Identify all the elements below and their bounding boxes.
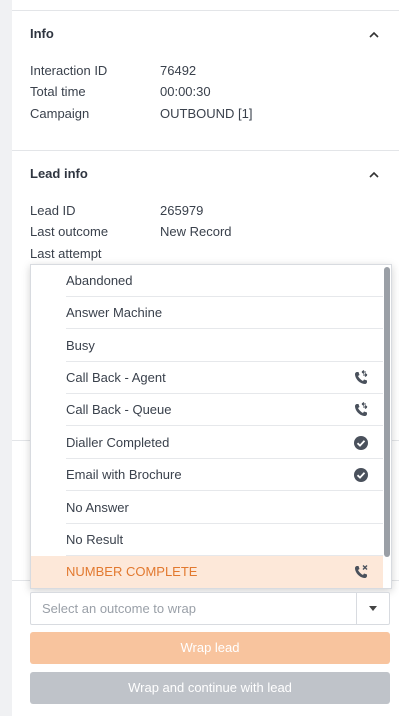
outcome-option-abandoned[interactable]: Abandoned [31, 265, 383, 297]
outcome-option-label: Email with Brochure [66, 467, 182, 482]
outcome-option-label: Answer Machine [66, 305, 163, 320]
outcome-option-label: NUMBER COMPLETE [66, 564, 198, 579]
wrap-and-continue-button[interactable]: Wrap and continue with lead [30, 672, 390, 704]
lead-label-last-attempt: Last attempt [30, 246, 102, 261]
check-circle-icon [354, 436, 368, 450]
info-value-campaign: OUTBOUND [1] [160, 106, 253, 121]
outcome-option-call-back-agent[interactable]: Call Back - Agent [31, 362, 383, 394]
left-strip [0, 0, 12, 716]
lead-label-lead-id: Lead ID [30, 203, 76, 218]
phone-cancel-icon [355, 565, 368, 578]
select-divider [356, 593, 357, 624]
outcome-option-busy[interactable]: Busy [31, 330, 383, 362]
divider [12, 10, 399, 11]
wrap-lead-button[interactable]: Wrap lead [30, 632, 390, 664]
divider [12, 150, 399, 151]
info-value-interaction-id: 76492 [160, 63, 197, 78]
outcome-option-label: Dialler Completed [66, 435, 170, 450]
outcome-option-label: Busy [66, 338, 95, 353]
phone-callback-icon [355, 402, 368, 416]
lead-value-lead-id: 265979 [160, 203, 204, 218]
outcome-option-dialler-completed[interactable]: Dialler Completed [31, 427, 383, 459]
outcome-option-no-answer[interactable]: No Answer [31, 492, 383, 524]
outcome-option-label: No Result [66, 532, 124, 547]
outcome-option-email-with-brochure[interactable]: Email with Brochure [31, 459, 383, 491]
outcome-option-label: Abandoned [66, 273, 133, 288]
outcome-dropdown-list[interactable]: Abandoned Answer Machine Busy Call Back … [30, 264, 392, 589]
outcome-option-answer-machine[interactable]: Answer Machine [31, 297, 383, 329]
info-label-interaction-id: Interaction ID [30, 63, 108, 78]
outcome-option-label: No Answer [66, 500, 129, 515]
dropdown-scrollbar[interactable] [384, 267, 390, 557]
info-section-title: Info [30, 26, 54, 41]
info-label-total-time: Total time [30, 84, 86, 99]
outcome-option-call-back-queue[interactable]: Call Back - Queue [31, 394, 383, 426]
info-value-total-time: 00:00:30 [160, 84, 211, 99]
lead-value-last-outcome: New Record [160, 224, 232, 239]
outcome-select-placeholder: Select an outcome to wrap [42, 601, 196, 616]
lead-label-last-outcome: Last outcome [30, 224, 109, 239]
check-circle-icon [354, 468, 368, 482]
outcome-select[interactable]: Select an outcome to wrap [30, 592, 390, 625]
chevron-up-icon[interactable] [367, 168, 381, 182]
lead-info-section-title: Lead info [30, 166, 88, 181]
chevron-up-icon[interactable] [367, 28, 381, 42]
info-label-campaign: Campaign [30, 106, 90, 121]
phone-callback-icon [355, 370, 368, 384]
outcome-option-no-result[interactable]: No Result [31, 524, 383, 556]
outcome-option-number-complete[interactable]: NUMBER COMPLETE [31, 556, 383, 588]
option-separator [66, 490, 383, 491]
option-separator [66, 425, 383, 426]
option-separator [66, 328, 383, 329]
caret-down-icon[interactable] [369, 606, 377, 611]
outcome-option-label: Call Back - Queue [66, 402, 172, 417]
outcome-option-label: Call Back - Agent [66, 370, 166, 385]
